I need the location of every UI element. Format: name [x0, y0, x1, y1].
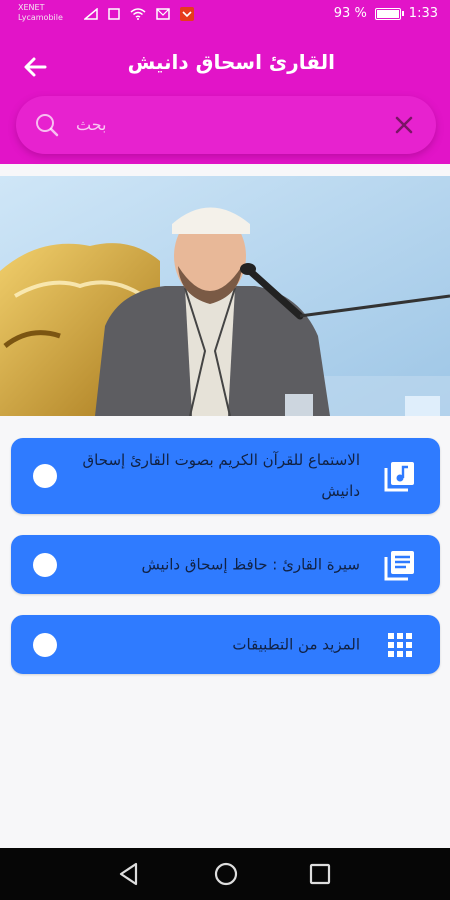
library-books-icon — [384, 550, 414, 580]
back-arrow-icon[interactable] — [18, 50, 52, 84]
menu-item-label: المزيد من التطبيقات — [232, 635, 360, 653]
carrier-info: XENET Lycamobile — [18, 3, 63, 23]
carrier-line2: Lycamobile — [18, 13, 63, 22]
menu-item-label: سيرة القارئ : حافظ إسحاق دانيش — [141, 555, 360, 573]
reciter-biography-button[interactable]: سيرة القارئ : حافظ إسحاق دانيش — [11, 535, 440, 594]
music-library-icon — [384, 462, 414, 492]
status-right: 93 % 1:33 — [334, 6, 438, 21]
home-circle-icon[interactable] — [212, 860, 240, 888]
close-icon[interactable] — [390, 111, 418, 139]
app-notification-icon — [180, 7, 194, 21]
status-icons — [84, 7, 194, 21]
mail-icon — [156, 8, 170, 20]
radio-button[interactable] — [33, 632, 57, 657]
battery-icon — [374, 7, 404, 20]
search-bar[interactable] — [16, 96, 436, 154]
status-bar: XENET Lycamobile 93 % 1:33 — [0, 0, 450, 32]
apps-grid-icon — [388, 632, 412, 657]
wifi-icon — [130, 8, 146, 20]
reciter-photo-illustration — [0, 176, 450, 416]
search-input[interactable] — [74, 110, 348, 142]
signal-off-icon — [84, 8, 98, 20]
page-title: القارئ اسحاق دانيش — [127, 50, 335, 74]
reciter-photo — [0, 176, 450, 416]
app-header: القارئ اسحاق دانيش — [0, 32, 450, 164]
more-apps-button[interactable]: المزيد من التطبيقات — [11, 615, 440, 674]
search-icon[interactable] — [34, 112, 60, 138]
listen-quran-button[interactable]: الاستماع للقرآن الكريم بصوت القارئ إسحاق… — [11, 438, 440, 514]
clock: 1:33 — [408, 6, 438, 21]
battery-percent: 93 % — [333, 6, 367, 21]
recent-square-icon[interactable] — [308, 862, 332, 886]
menu-item-label: الاستماع للقرآن الكريم بصوت القارئ إسحاق… — [82, 451, 360, 500]
system-nav-bar — [0, 848, 450, 900]
notification-icon — [108, 8, 120, 20]
battery-fill — [376, 9, 400, 18]
radio-button[interactable] — [33, 464, 57, 488]
radio-button[interactable] — [33, 552, 57, 577]
carrier-line1: XENET — [18, 3, 45, 12]
back-triangle-icon[interactable] — [116, 861, 142, 887]
